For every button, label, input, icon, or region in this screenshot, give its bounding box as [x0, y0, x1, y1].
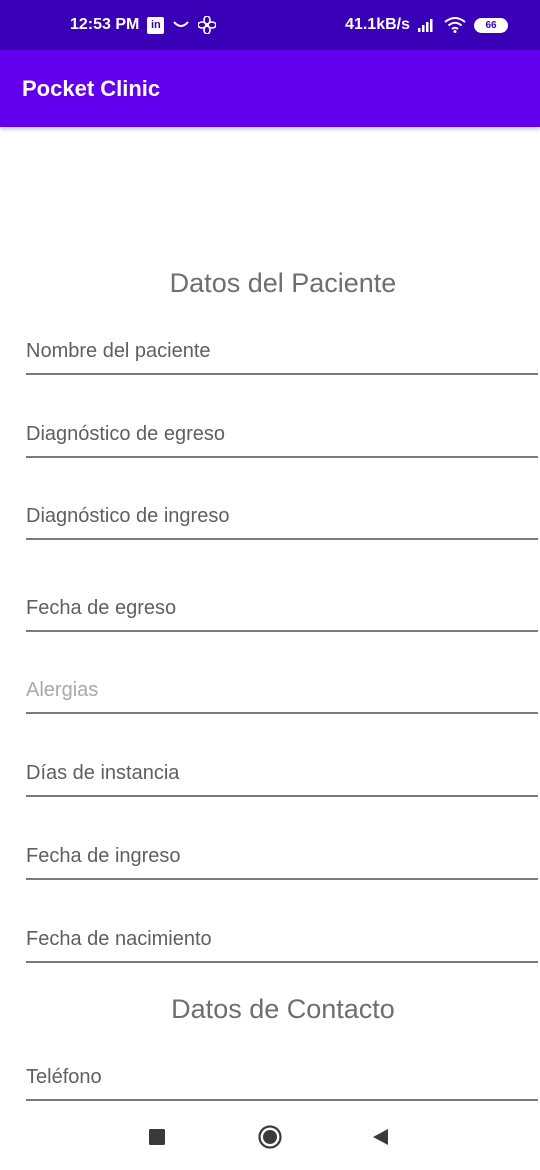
admission-diagnosis-input[interactable]: [26, 505, 538, 528]
nav-bar: [0, 1106, 540, 1170]
discharge-diagnosis-field[interactable]: [26, 408, 538, 458]
patient-name-field[interactable]: [26, 325, 538, 375]
birth-date-input[interactable]: [26, 928, 538, 951]
battery-icon: 66: [474, 17, 508, 33]
patient-section-title: Datos del Paciente: [169, 268, 397, 298]
phone-input[interactable]: [26, 1066, 538, 1089]
fan-icon: [198, 16, 217, 34]
discharge-diagnosis-input[interactable]: [26, 423, 538, 446]
allergies-input[interactable]: [26, 679, 538, 702]
signal-icon: [418, 18, 436, 32]
recents-icon[interactable]: [149, 1129, 165, 1145]
status-left: 12:53 PM in: [70, 16, 217, 34]
contact-section-title: Datos de Contacto: [171, 994, 395, 1024]
phone-field[interactable]: [26, 1051, 538, 1101]
wifi-icon: [444, 17, 466, 33]
stay-days-input[interactable]: [26, 762, 538, 785]
back-icon[interactable]: [371, 1128, 389, 1146]
discharge-date-input[interactable]: [26, 597, 538, 620]
smile-icon: [172, 20, 190, 30]
home-icon[interactable]: [258, 1125, 282, 1149]
status-bar: 12:53 PM in 41.1kB/s 66: [0, 0, 540, 50]
status-time: 12:53 PM: [70, 16, 140, 33]
admission-date-field[interactable]: [26, 830, 538, 880]
net-speed: 41.1kB/s: [345, 16, 410, 33]
app-bar: Pocket Clinic: [0, 50, 540, 127]
allergies-field[interactable]: [26, 664, 538, 714]
status-right: 41.1kB/s 66: [345, 16, 508, 34]
admission-diagnosis-field[interactable]: [26, 490, 538, 540]
admission-date-input[interactable]: [26, 845, 538, 868]
patient-name-input[interactable]: [26, 340, 538, 363]
birth-date-field[interactable]: [26, 913, 538, 963]
app-title: Pocket Clinic: [22, 75, 161, 101]
stay-days-field[interactable]: [26, 747, 538, 797]
linkedin-icon: in: [147, 16, 165, 34]
discharge-date-field[interactable]: [26, 582, 538, 632]
